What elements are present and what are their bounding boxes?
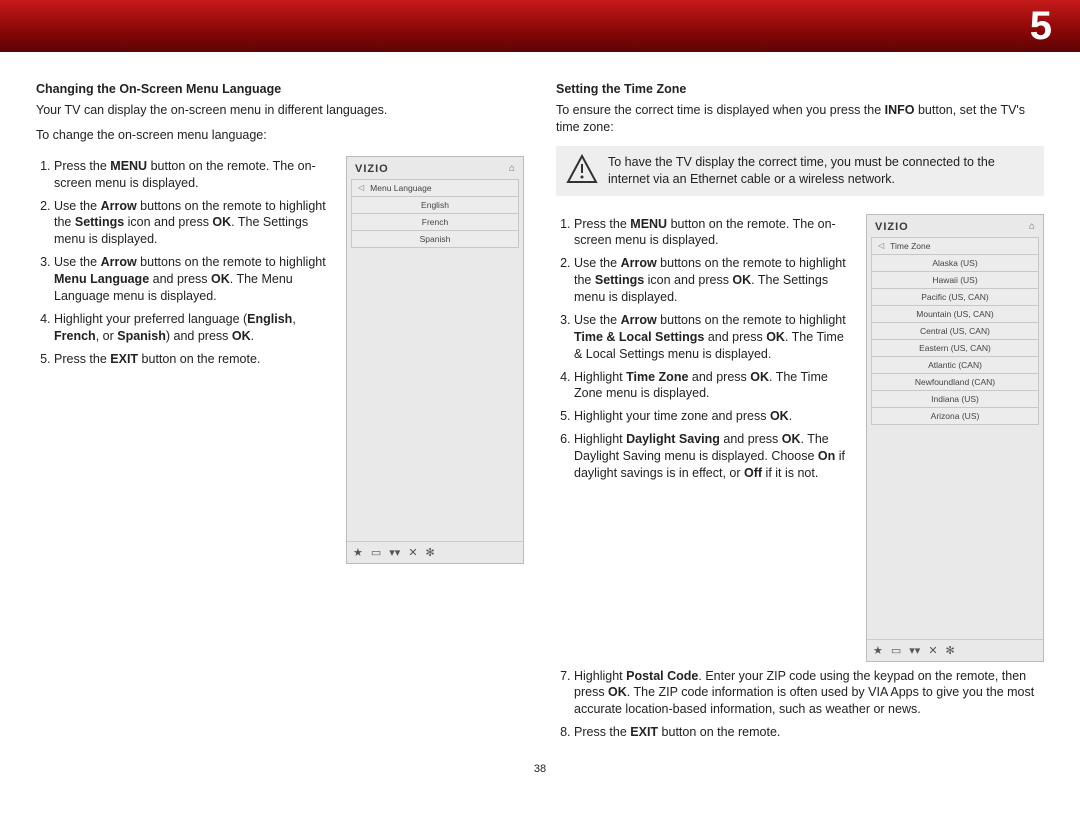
vizio-logo: VIZIO [875,221,909,233]
menu-item: Atlantic (CAN) [871,357,1039,374]
right-heading: Setting the Time Zone [556,82,1044,96]
v-icon: ▾▾ [389,546,400,559]
left-split: Press the MENU button on the remote. The… [36,152,524,564]
header-bar: 5 [0,0,1080,52]
menu-title-row: ◁Menu Language [351,179,519,197]
menu-item: Eastern (US, CAN) [871,340,1039,357]
right-steps-cont: Highlight Postal Code. Enter your ZIP co… [556,668,1044,742]
menu-item: Indiana (US) [871,391,1039,408]
page-number: 38 [0,757,1080,789]
menu-item: Central (US, CAN) [871,323,1039,340]
left-step-5: Press the EXIT button on the remote. [54,351,332,368]
timezone-menu-mock: VIZIO ⌂ ◁Time Zone Alaska (US) Hawaii (U… [866,214,1044,662]
menu-item: Arizona (US) [871,408,1039,425]
right-step-8: Press the EXIT button on the remote. [574,724,1044,741]
left-lead: To change the on-screen menu language: [36,127,524,144]
close-icon: ✕ [928,644,937,657]
warning-icon [566,154,598,184]
home-icon: ⌂ [1029,221,1035,232]
timezone-menu-list: ◁Time Zone Alaska (US) Hawaii (US) Pacif… [867,237,1043,425]
right-split: Press the MENU button on the remote. The… [556,210,1044,662]
menu-item: Alaska (US) [871,255,1039,272]
chapter-number: 5 [1030,4,1052,49]
menu-item: Newfoundland (CAN) [871,374,1039,391]
note-box: To have the TV display the correct time,… [556,146,1044,196]
back-arrow-icon: ◁ [878,241,884,250]
note-text: To have the TV display the correct time,… [608,154,1034,188]
left-step-4: Highlight your preferred language (Engli… [54,311,332,345]
left-intro: Your TV can display the on-screen menu i… [36,102,524,119]
vizio-logo: VIZIO [355,163,389,175]
wide-icon: ▭ [891,644,901,657]
right-step-6: Highlight Daylight Saving and press OK. … [574,431,852,482]
right-step-5: Highlight your time zone and press OK. [574,408,852,425]
menu-item: French [351,214,519,231]
mock-footer-icons: ★ ▭ ▾▾ ✕ ✻ [867,639,1043,661]
right-step-2: Use the Arrow buttons on the remote to h… [574,255,852,306]
left-steps: Press the MENU button on the remote. The… [36,152,332,374]
menu-item: Spanish [351,231,519,248]
left-heading: Changing the On-Screen Menu Language [36,82,524,96]
page-body: Changing the On-Screen Menu Language You… [0,52,1080,757]
right-step-4: Highlight Time Zone and press OK. The Ti… [574,369,852,403]
home-icon: ⌂ [509,163,515,174]
right-column: Setting the Time Zone To ensure the corr… [556,82,1044,747]
v-icon: ▾▾ [909,644,920,657]
menu-item: English [351,197,519,214]
language-menu-mock: VIZIO ⌂ ◁Menu Language English French Sp… [346,156,524,564]
language-menu-list: ◁Menu Language English French Spanish [347,179,523,248]
left-step-3: Use the Arrow buttons on the remote to h… [54,254,332,305]
back-arrow-icon: ◁ [358,183,364,192]
menu-item: Hawaii (US) [871,272,1039,289]
left-step-2: Use the Arrow buttons on the remote to h… [54,198,332,249]
left-step-1: Press the MENU button on the remote. The… [54,158,332,192]
menu-item: Pacific (US, CAN) [871,289,1039,306]
mock-footer-icons: ★ ▭ ▾▾ ✕ ✻ [347,541,523,563]
gear-icon: ✻ [946,644,955,657]
right-step-1: Press the MENU button on the remote. The… [574,216,852,250]
close-icon: ✕ [408,546,417,559]
menu-title-row: ◁Time Zone [871,237,1039,255]
menu-item: Mountain (US, CAN) [871,306,1039,323]
right-step-7: Highlight Postal Code. Enter your ZIP co… [574,668,1044,719]
star-icon: ★ [873,644,883,657]
star-icon: ★ [353,546,363,559]
right-intro: To ensure the correct time is displayed … [556,102,1044,136]
gear-icon: ✻ [426,546,435,559]
right-step-3: Use the Arrow buttons on the remote to h… [574,312,852,363]
wide-icon: ▭ [371,546,381,559]
right-steps: Press the MENU button on the remote. The… [556,210,852,488]
left-column: Changing the On-Screen Menu Language You… [36,82,524,747]
